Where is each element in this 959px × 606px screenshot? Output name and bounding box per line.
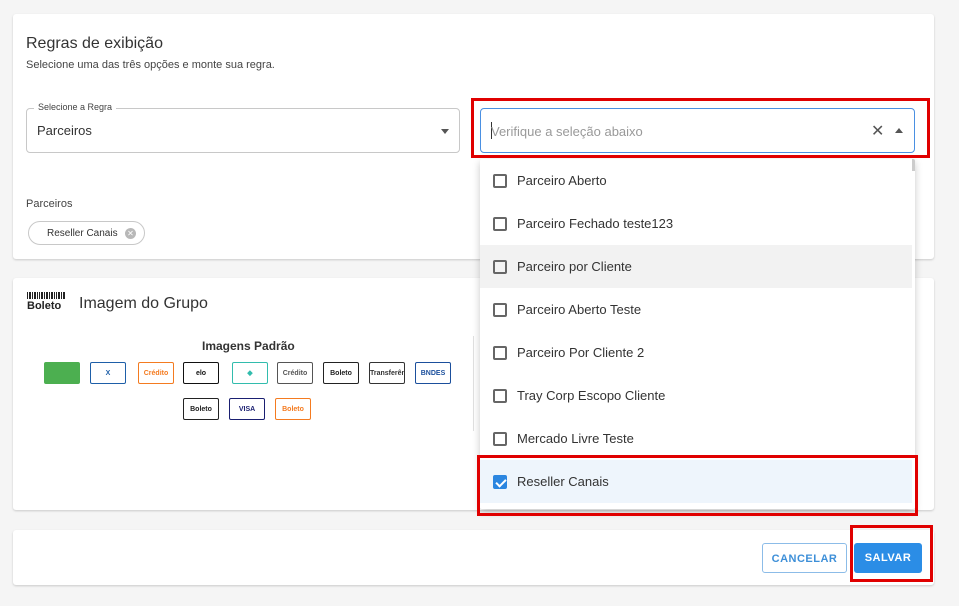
- partner-option-label: Parceiro Fechado teste123: [517, 216, 674, 231]
- checkbox-icon[interactable]: [493, 259, 507, 274]
- checkbox-icon[interactable]: [493, 302, 507, 317]
- rule-select-legend: Selecione a Regra: [34, 102, 117, 112]
- boleto-icon: Boleto: [323, 362, 359, 384]
- money-icon: [44, 362, 80, 384]
- checkbox-icon[interactable]: [493, 173, 507, 188]
- default-images-title: Imagens Padrão: [202, 339, 295, 353]
- image-group-title: Imagem do Grupo: [79, 295, 208, 312]
- checkbox-icon[interactable]: [493, 431, 507, 446]
- checkbox-icon[interactable]: [493, 345, 507, 360]
- divider: [473, 336, 474, 431]
- selected-partner-chip: Reseller Canais ✕: [28, 221, 145, 245]
- partner-option[interactable]: Parceiro por Cliente: [480, 245, 912, 288]
- highlight-search-input: [471, 98, 930, 158]
- rule-select-value: Parceiros: [37, 123, 92, 138]
- bndes-icon: BNDES: [415, 362, 451, 384]
- boleto-icon: Boleto: [27, 292, 65, 312]
- partner-option[interactable]: Parceiro Aberto: [480, 159, 912, 202]
- highlight-selected-option: [477, 455, 918, 516]
- partner-option-label: Parceiro Aberto: [517, 173, 607, 188]
- partner-option-label: Parceiro por Cliente: [517, 259, 632, 274]
- elo-hipercard-icon: elo: [183, 362, 219, 384]
- checkbox-icon[interactable]: [493, 216, 507, 231]
- partner-option-label: Tray Corp Escopo Cliente: [517, 388, 666, 403]
- credito-orange-icon: Crédito: [138, 362, 174, 384]
- partner-option-label: Mercado Livre Teste: [517, 431, 634, 446]
- partner-option-label: Parceiro Aberto Teste: [517, 302, 642, 317]
- rule-select[interactable]: Selecione a Regra Parceiros: [26, 102, 460, 153]
- partner-option[interactable]: Parceiro Por Cliente 2: [480, 331, 912, 374]
- partner-option[interactable]: Parceiro Aberto Teste: [480, 288, 912, 331]
- scrollbar[interactable]: [912, 159, 915, 171]
- partners-label: Parceiros: [26, 198, 73, 210]
- checkbox-icon[interactable]: [493, 388, 507, 403]
- partner-option-label: Parceiro Por Cliente 2: [517, 345, 645, 360]
- chevron-down-icon[interactable]: [441, 129, 449, 134]
- pix-icon: ◆: [232, 362, 268, 384]
- remove-chip-icon[interactable]: ✕: [125, 228, 136, 239]
- boleto-dark-icon: Boleto: [183, 398, 219, 420]
- visa-mastercard-icon: VISA: [229, 398, 265, 420]
- svg-text:Boleto: Boleto: [27, 300, 62, 310]
- actions-card: CANCELAR SALVAR: [13, 530, 934, 585]
- boleto-orange-icon: Boleto: [275, 398, 311, 420]
- chip-label: Reseller Canais: [47, 227, 118, 239]
- transferencia-icon: Transferência Bancária: [369, 362, 405, 384]
- rules-title: Regras de exibição: [26, 35, 163, 52]
- rules-subtitle: Selecione uma das três opções e monte su…: [26, 59, 275, 71]
- cancel-button[interactable]: CANCELAR: [762, 543, 847, 573]
- partner-option[interactable]: Mercado Livre Teste: [480, 417, 912, 460]
- highlight-save-button: [850, 525, 933, 582]
- partner-option[interactable]: Parceiro Fechado teste123: [480, 202, 912, 245]
- credito-gray-icon: Crédito: [277, 362, 313, 384]
- partner-option[interactable]: Tray Corp Escopo Cliente: [480, 374, 912, 417]
- caixa-icon: X: [90, 362, 126, 384]
